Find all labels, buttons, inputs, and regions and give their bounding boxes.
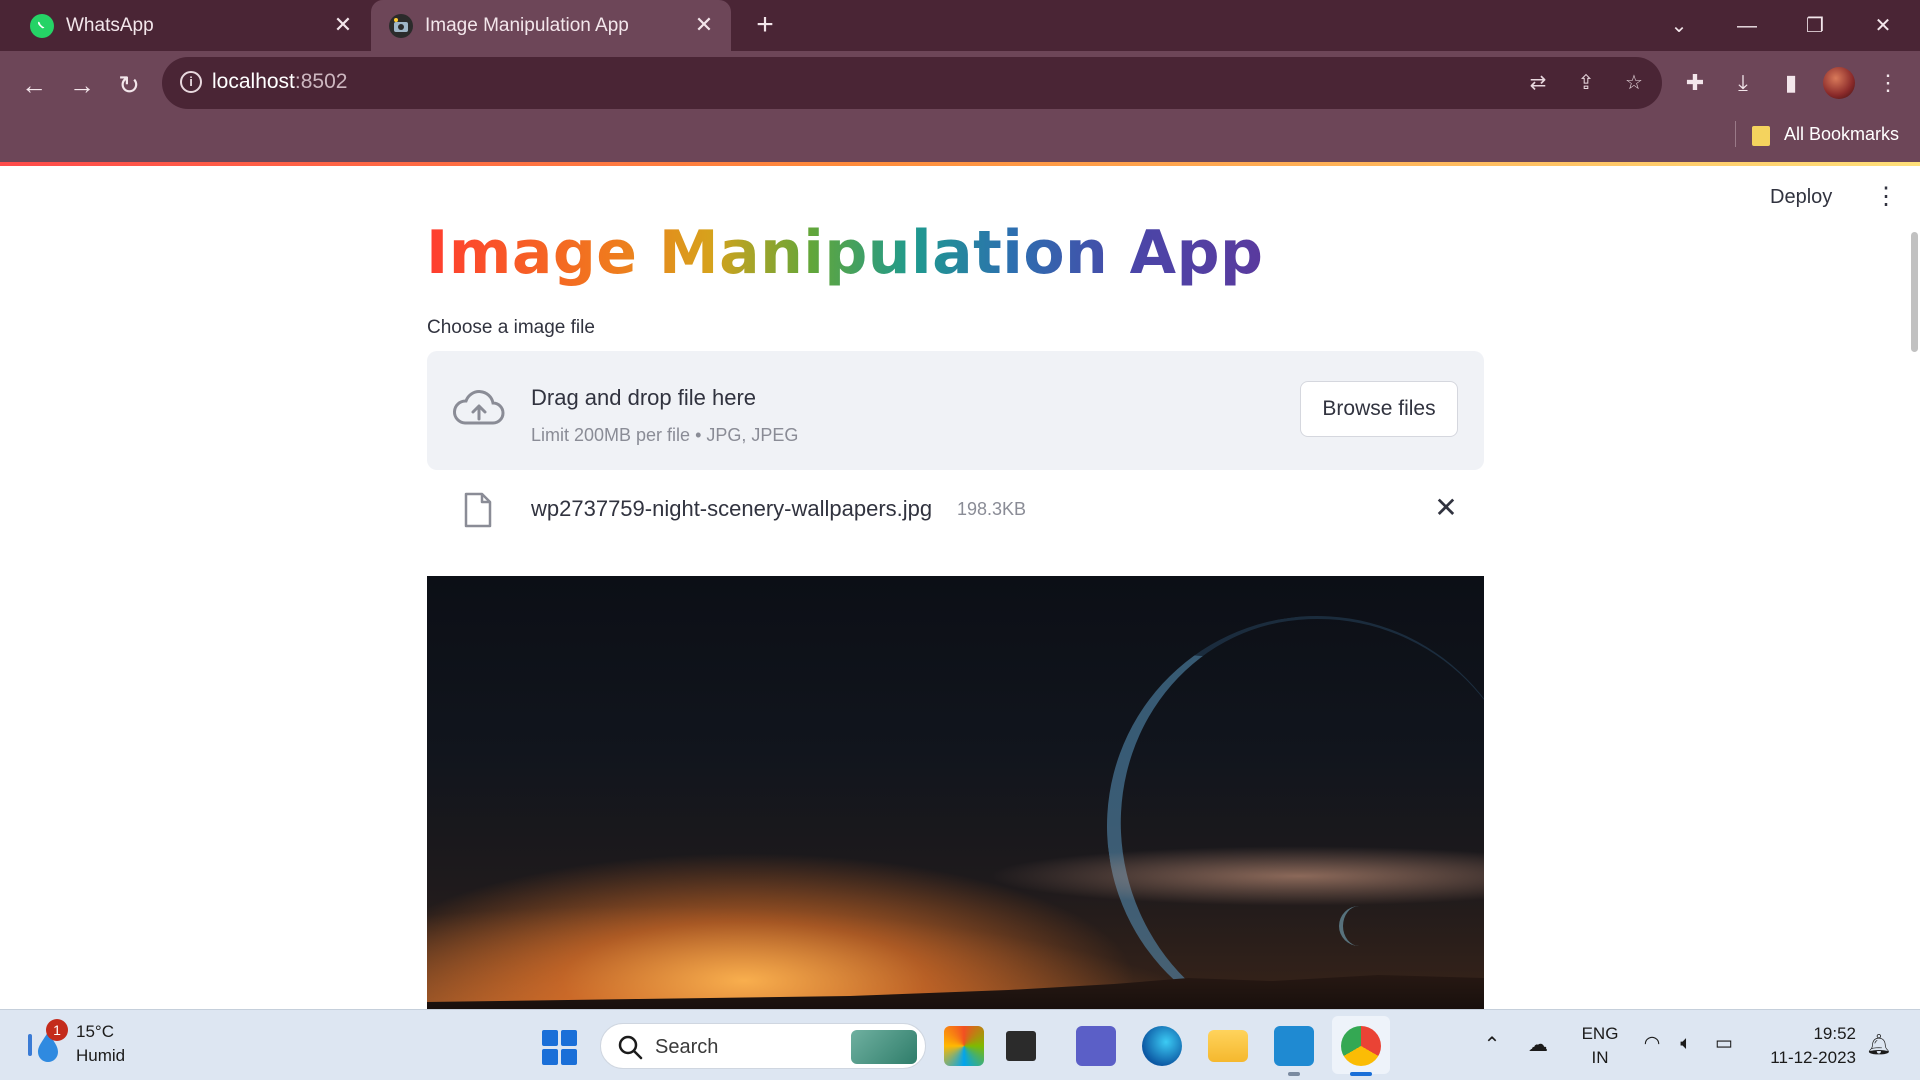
reload-icon[interactable]: ↻	[109, 65, 149, 105]
close-window-icon[interactable]: ✕	[1865, 8, 1901, 44]
main-menu-icon[interactable]: ⋮	[1874, 182, 1898, 212]
vscode-icon[interactable]	[1274, 1026, 1314, 1066]
whatsapp-icon	[30, 13, 54, 38]
uploaded-file-row: wp2737759-night-scenery-wallpapers.jpg 1…	[427, 478, 1484, 538]
cloud-upload-icon	[453, 390, 505, 425]
file-uploader-label: Choose a image file	[427, 317, 595, 338]
address-bar[interactable]: i localhost:8502 ⇄ ⇪ ☆	[162, 57, 1662, 109]
chrome-active-indicator	[1350, 1072, 1372, 1076]
wifi-icon[interactable]: ◠	[1638, 1032, 1666, 1056]
search-label: Search	[655, 1036, 719, 1058]
teams-icon[interactable]	[1076, 1026, 1116, 1066]
close-tab-icon[interactable]: ✕	[330, 12, 356, 38]
translate-icon[interactable]: ⇄	[1524, 69, 1552, 97]
side-panel-icon[interactable]: ▮	[1773, 65, 1809, 101]
scrollbar-thumb[interactable]	[1911, 232, 1918, 352]
clock-time[interactable]: 19:52	[1790, 1024, 1856, 1044]
vscode-running-indicator	[1288, 1072, 1300, 1076]
planet-arc	[1079, 588, 1484, 1009]
edge-icon[interactable]	[1142, 1026, 1182, 1066]
volume-icon[interactable]: 🔈︎	[1672, 1032, 1700, 1056]
weather-temperature[interactable]: 15°C	[76, 1022, 114, 1042]
extensions-puzzle-icon[interactable]: ✚	[1677, 65, 1713, 101]
download-icon[interactable]: ⤓	[1725, 65, 1761, 101]
dropzone-instructions: Drag and drop file here	[531, 385, 757, 410]
minimize-icon[interactable]: —	[1729, 8, 1765, 44]
tab-strip: WhatsApp ✕ Image Manipulation App ✕ + ⌄ …	[0, 0, 1920, 51]
tab-search-chevron-icon[interactable]: ⌄	[1661, 8, 1697, 44]
all-bookmarks-link[interactable]: All Bookmarks	[1784, 124, 1899, 145]
windows-start-icon[interactable]	[542, 1030, 578, 1066]
site-info-icon[interactable]: i	[180, 71, 202, 93]
notifications-bell-icon[interactable]: 🔔︎	[1866, 1032, 1892, 1058]
moon-arc	[1339, 906, 1379, 946]
dropzone-limit-text: Limit 200MB per file • JPG, JPEG	[531, 425, 799, 445]
page-title: Image Manipulation App	[426, 218, 1264, 288]
battery-icon[interactable]: ▭	[1710, 1032, 1738, 1056]
uploaded-file-size: 198.3KB	[957, 499, 1027, 519]
share-icon[interactable]: ⇪	[1572, 69, 1600, 97]
file-icon	[464, 492, 492, 528]
file-dropzone[interactable]: Drag and drop file here Limit 200MB per …	[427, 351, 1484, 470]
deploy-button[interactable]: Deploy	[1770, 186, 1832, 209]
copilot-icon[interactable]	[944, 1026, 984, 1066]
windows-taskbar: 1 15°C Humid Search ⌃ ☁ ENG IN ◠ 🔈︎ ▭ 19…	[0, 1009, 1920, 1080]
app-page: Deploy ⋮ Image Manipulation App Choose a…	[0, 166, 1920, 1009]
bookmarks-folder-icon	[1752, 126, 1770, 146]
remove-file-icon[interactable]: ✕	[1430, 492, 1462, 524]
taskbar-search[interactable]: Search	[600, 1023, 926, 1069]
restore-icon[interactable]: ❐	[1797, 8, 1833, 44]
weather-notification-badge: 1	[46, 1019, 68, 1041]
tab-title: WhatsApp	[66, 14, 154, 36]
profile-avatar[interactable]	[1823, 67, 1855, 99]
forward-arrow-icon[interactable]: →	[62, 65, 102, 105]
weather-condition[interactable]: Humid	[76, 1046, 125, 1066]
browser-toolbar: ← → ↻ i localhost:8502 ⇄ ⇪ ☆ ✚ ⤓ ▮ ⋮ All…	[0, 51, 1920, 163]
tab-whatsapp[interactable]: WhatsApp ✕	[0, 0, 370, 51]
input-region[interactable]: IN	[1580, 1048, 1620, 1068]
onedrive-cloud-icon[interactable]: ☁	[1524, 1032, 1552, 1056]
search-highlight-icon	[851, 1030, 917, 1064]
browser-menu-icon[interactable]: ⋮	[1870, 65, 1906, 101]
streamlit-camera-icon	[389, 13, 413, 38]
uploaded-image-preview	[427, 576, 1484, 1009]
search-icon	[618, 1035, 643, 1060]
back-arrow-icon[interactable]: ←	[14, 65, 54, 105]
file-explorer-icon[interactable]	[1208, 1030, 1248, 1062]
task-view-icon[interactable]	[1006, 1031, 1036, 1061]
bookmarks-divider	[1735, 121, 1736, 147]
clock-date[interactable]: 11-12-2023	[1756, 1048, 1856, 1068]
chrome-icon[interactable]	[1341, 1026, 1381, 1066]
uploaded-file-name: wp2737759-night-scenery-wallpapers.jpg	[531, 496, 933, 521]
new-tab-icon[interactable]: +	[750, 10, 780, 40]
tab-title: Image Manipulation App	[425, 14, 629, 36]
cloud-band	[987, 846, 1484, 906]
input-language[interactable]: ENG	[1580, 1024, 1620, 1044]
address-url[interactable]: localhost:8502	[212, 70, 347, 94]
close-tab-icon[interactable]: ✕	[691, 12, 717, 38]
tab-image-manipulation-app[interactable]: Image Manipulation App ✕	[371, 0, 731, 51]
show-hidden-icons-chevron[interactable]: ⌃	[1480, 1032, 1504, 1056]
browse-files-button[interactable]: Browse files	[1300, 381, 1458, 437]
bookmark-star-icon[interactable]: ☆	[1620, 69, 1648, 97]
